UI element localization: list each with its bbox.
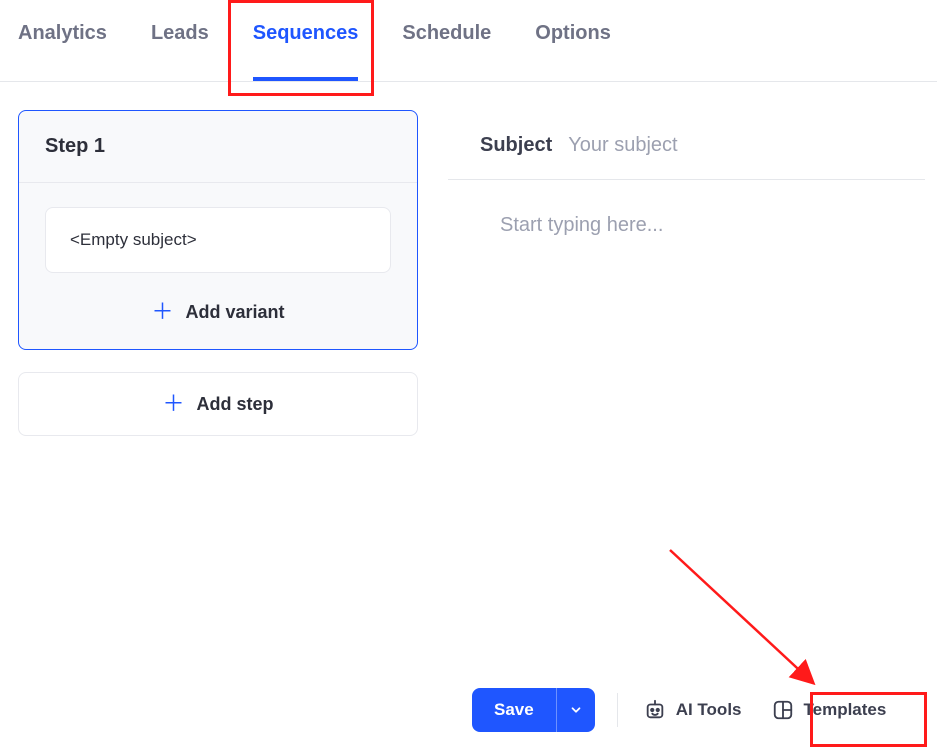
ai-tools-button[interactable]: AI Tools	[640, 693, 746, 727]
add-variant-button[interactable]: ＋ Add variant	[45, 273, 391, 323]
subject-label: Subject	[480, 134, 552, 157]
plus-icon: ＋	[151, 301, 173, 323]
steps-panel: Step 1 <Empty subject> ＋ Add variant ＋ A…	[18, 110, 418, 519]
editor-panel: Subject	[448, 110, 937, 519]
separator	[617, 693, 618, 727]
add-step-button[interactable]: ＋ Add step	[18, 372, 418, 436]
step-title: Step 1	[19, 111, 417, 183]
chevron-down-icon	[569, 703, 583, 717]
add-step-label: Add step	[197, 394, 274, 415]
sequence-subject-tile[interactable]: <Empty subject>	[45, 207, 391, 273]
subject-row: Subject	[448, 110, 925, 180]
editor-footer: Save AI Tools Templat	[460, 680, 925, 740]
tab-schedule[interactable]: Schedule	[402, 22, 491, 81]
templates-icon	[772, 699, 794, 721]
subject-input[interactable]	[568, 134, 925, 157]
email-body-input[interactable]	[500, 214, 925, 514]
save-dropdown-button[interactable]	[556, 688, 595, 732]
plus-icon: ＋	[162, 393, 184, 415]
tab-leads[interactable]: Leads	[151, 22, 209, 81]
tab-sequences[interactable]: Sequences	[253, 22, 359, 81]
tab-options[interactable]: Options	[535, 22, 611, 81]
tab-analytics[interactable]: Analytics	[18, 22, 107, 81]
templates-label: Templates	[804, 700, 887, 720]
save-button[interactable]: Save	[472, 688, 556, 732]
main-tabs: Analytics Leads Sequences Schedule Optio…	[0, 0, 937, 82]
step-card[interactable]: Step 1 <Empty subject> ＋ Add variant	[18, 110, 418, 350]
templates-button[interactable]: Templates	[768, 693, 891, 727]
ai-tools-label: AI Tools	[676, 700, 742, 720]
annotation-arrow	[660, 540, 840, 700]
add-variant-label: Add variant	[185, 302, 284, 323]
ai-robot-icon	[644, 699, 666, 721]
